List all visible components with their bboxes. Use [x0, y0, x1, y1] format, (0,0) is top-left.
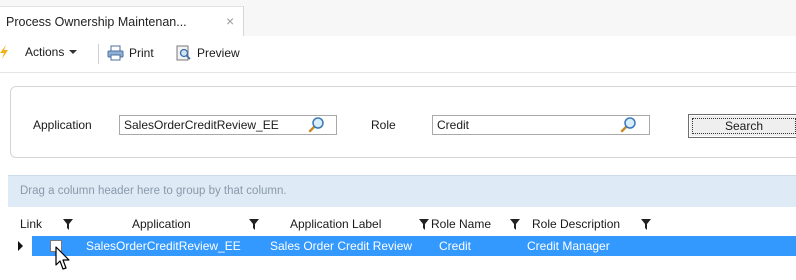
- mouse-cursor-icon: [55, 246, 70, 270]
- preview-icon: [176, 45, 191, 61]
- preview-button[interactable]: Preview: [175, 45, 240, 61]
- print-button[interactable]: Print: [107, 45, 154, 61]
- column-header-role-name[interactable]: Role Name: [431, 217, 491, 231]
- column-header-application-label[interactable]: Application Label: [290, 217, 381, 231]
- role-label: Role: [371, 118, 396, 132]
- cell-role-description: Credit Manager: [527, 239, 610, 253]
- application-label: Application: [33, 118, 92, 132]
- filter-icon[interactable]: [249, 219, 259, 230]
- search-button-label: Search: [692, 118, 796, 134]
- column-header-application[interactable]: Application: [132, 217, 191, 231]
- magnifier-icon[interactable]: [619, 116, 637, 134]
- filter-icon[interactable]: [510, 219, 520, 230]
- group-by-hint: Drag a column header here to group by th…: [20, 185, 287, 197]
- cell-application: SalesOrderCreditReview_EE: [86, 239, 241, 253]
- toolbar-divider: [0, 72, 796, 73]
- print-label: Print: [129, 46, 154, 60]
- preview-label: Preview: [197, 46, 240, 60]
- group-by-panel[interactable]: Drag a column header here to group by th…: [8, 175, 796, 207]
- cell-application-label: Sales Order Credit Review: [270, 239, 413, 253]
- actions-label: Actions: [25, 45, 65, 59]
- application-input[interactable]: [119, 115, 337, 135]
- filter-icon[interactable]: [63, 219, 73, 230]
- table-row[interactable]: SalesOrderCreditReview_EE Sales Order Cr…: [32, 236, 796, 256]
- role-input[interactable]: [432, 115, 650, 135]
- tab-strip: Process Ownership Maintenan... ×: [0, 0, 796, 36]
- dropdown-arrow-icon: [69, 50, 78, 54]
- close-icon[interactable]: ×: [226, 13, 234, 29]
- grid-header: Link Application Application Label Role …: [8, 217, 796, 235]
- tab-title: Process Ownership Maintenan...: [6, 15, 187, 29]
- search-button[interactable]: Search: [688, 114, 796, 138]
- row-indicator-icon: [18, 241, 23, 251]
- toolbar-separator: [98, 44, 99, 64]
- filter-icon[interactable]: [641, 219, 651, 230]
- column-header-role-description[interactable]: Role Description: [532, 217, 620, 231]
- toolbar: Actions Print Preview: [0, 36, 796, 72]
- magnifier-icon[interactable]: [307, 116, 325, 134]
- lightning-icon: [0, 45, 8, 59]
- filter-panel: Application Role Search: [10, 86, 796, 158]
- actions-menu-button[interactable]: Actions: [0, 45, 78, 59]
- printer-icon: [107, 45, 124, 61]
- tab-process-ownership[interactable]: Process Ownership Maintenan... ×: [0, 6, 244, 36]
- column-header-link[interactable]: Link: [20, 217, 42, 231]
- filter-icon[interactable]: [419, 219, 429, 230]
- cell-role-name: Credit: [439, 239, 472, 253]
